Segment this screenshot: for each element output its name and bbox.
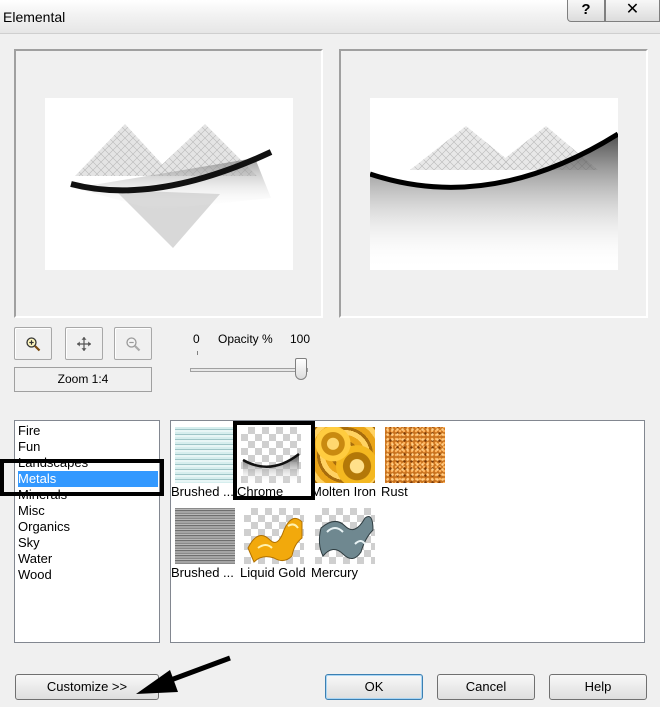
- mercury-thumbnail: [315, 508, 375, 564]
- chrome-highlight-box: [233, 421, 315, 500]
- category-item-water[interactable]: Water: [18, 551, 158, 567]
- category-list[interactable]: Fire Fun Landscapes Metals Minerals Misc…: [14, 420, 160, 643]
- ok-button[interactable]: OK: [325, 674, 423, 700]
- category-item-sky[interactable]: Sky: [18, 535, 158, 551]
- preset-label: Mercury: [311, 565, 358, 580]
- preset-label: Molten Iron: [311, 484, 377, 499]
- preset-rust[interactable]: Rust: [381, 423, 447, 503]
- preset-brushed-gray[interactable]: Brushed ...: [171, 504, 237, 584]
- help-title-button[interactable]: ?: [567, 0, 605, 22]
- category-item-organics[interactable]: Organics: [18, 519, 158, 535]
- preset-brushed-horizontal[interactable]: Brushed ...: [171, 423, 237, 503]
- preset-label: Brushed ...: [171, 565, 234, 580]
- window-title: Elemental: [3, 9, 66, 25]
- mercury-blob-icon: [318, 516, 374, 559]
- metals-highlight-box: [0, 459, 164, 496]
- annotation-arrow-icon: [136, 655, 231, 694]
- category-item-misc[interactable]: Misc: [18, 503, 158, 519]
- liquid-gold-blob-icon: [247, 517, 303, 563]
- preset-mercury[interactable]: Mercury: [311, 504, 377, 584]
- pan-button[interactable]: [65, 327, 103, 360]
- opacity-slider-track[interactable]: [190, 368, 308, 372]
- preset-label: Liquid Gold: [240, 565, 306, 580]
- help-button[interactable]: Help: [549, 674, 647, 700]
- after-preview-image: [370, 98, 618, 270]
- opacity-label: Opacity %: [218, 332, 273, 346]
- opacity-slider-thumb[interactable]: [295, 358, 307, 380]
- category-item-fun[interactable]: Fun: [18, 439, 158, 455]
- molten-iron-thumbnail: [315, 427, 375, 483]
- move-arrows-icon: [77, 337, 91, 351]
- before-preview-image: [45, 98, 293, 270]
- zoom-out-icon: [126, 337, 141, 352]
- zoom-out-button[interactable]: [114, 327, 152, 360]
- zoom-in-icon: [26, 337, 41, 352]
- close-button[interactable]: ✕: [605, 0, 660, 22]
- brushed-gray-thumbnail: [175, 508, 235, 564]
- preset-liquid-gold[interactable]: Liquid Gold: [240, 504, 306, 584]
- brushed-horizontal-thumbnail: [175, 427, 235, 483]
- after-preview-pane: [339, 49, 648, 318]
- opacity-min-label: 0: [193, 332, 200, 346]
- liquid-gold-thumbnail: [244, 508, 304, 564]
- opacity-tick-mark: [197, 351, 198, 355]
- category-item-fire[interactable]: Fire: [18, 423, 158, 439]
- zoom-in-button[interactable]: [14, 327, 52, 360]
- category-item-wood[interactable]: Wood: [18, 567, 158, 583]
- opacity-max-label: 100: [290, 332, 311, 346]
- preset-label: Rust: [381, 484, 408, 499]
- rust-thumbnail: [385, 427, 445, 483]
- preset-molten-iron[interactable]: Molten Iron: [311, 423, 377, 503]
- title-bar: Elemental ? ✕: [0, 0, 660, 34]
- zoom-level-display: Zoom 1:4: [14, 367, 152, 392]
- before-preview-pane: [14, 49, 323, 318]
- cancel-button[interactable]: Cancel: [437, 674, 535, 700]
